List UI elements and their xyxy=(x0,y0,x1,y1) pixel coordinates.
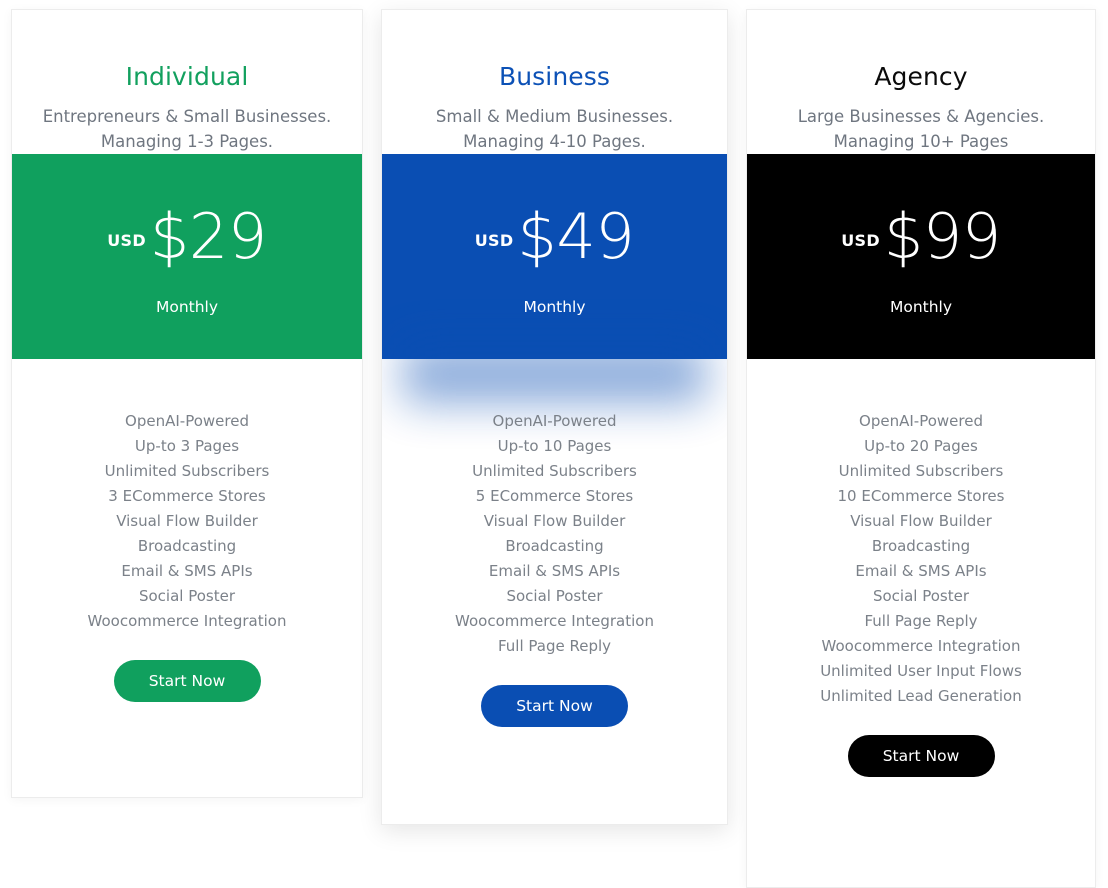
plan-tagline: Entrepreneurs & Small Businesses. Managi… xyxy=(42,107,332,152)
price-block-business: USD $49 Monthly xyxy=(382,154,727,360)
price-amount: $29 xyxy=(149,200,267,274)
feature-item: Up-to 3 Pages xyxy=(134,437,240,456)
cta-slot: Start Now xyxy=(747,735,1095,778)
feature-item: Email & SMS APIs xyxy=(121,562,253,581)
feature-item: Up-to 10 Pages xyxy=(497,437,612,456)
price-block-agency: USD $99 Monthly xyxy=(747,154,1095,360)
plan-tagline: Small & Medium Businesses. Managing 4-10… xyxy=(435,107,674,152)
cta-slot: Start Now xyxy=(382,685,727,728)
feature-item: Social Poster xyxy=(872,587,970,606)
feature-item: 3 ECommerce Stores xyxy=(108,487,266,506)
feature-item: Broadcasting xyxy=(871,537,971,556)
price-row: USD $99 xyxy=(841,206,1001,268)
pricing-card-individual[interactable]: Individual Entrepreneurs & Small Busines… xyxy=(11,9,363,798)
feature-item: 5 ECommerce Stores xyxy=(475,487,634,506)
card-header-business: Business Small & Medium Businesses. Mana… xyxy=(382,10,727,154)
feature-item: OpenAI-Powered xyxy=(125,412,249,431)
feature-item: OpenAI-Powered xyxy=(492,412,617,431)
card-header-agency: Agency Large Businesses & Agencies. Mana… xyxy=(747,10,1095,154)
billing-period: Monthly xyxy=(523,298,586,317)
feature-item: Unlimited User Input Flows xyxy=(820,662,1022,681)
feature-item: Email & SMS APIs xyxy=(855,562,987,581)
price-amount: $99 xyxy=(883,200,1001,274)
feature-item: 10 ECommerce Stores xyxy=(837,487,1005,506)
feature-item: Social Poster xyxy=(506,587,603,606)
price-row: USD $29 xyxy=(107,206,267,268)
feature-item: Unlimited Lead Generation xyxy=(820,687,1022,706)
currency-code: USD xyxy=(841,231,880,251)
feature-item: Woocommerce Integration xyxy=(87,612,287,631)
feature-list-individual: OpenAI-Powered Up-to 3 Pages Unlimited S… xyxy=(12,409,362,634)
pricing-card-agency[interactable]: Agency Large Businesses & Agencies. Mana… xyxy=(746,9,1096,888)
feature-item: Social Poster xyxy=(138,587,236,606)
feature-item: Visual Flow Builder xyxy=(483,512,626,531)
plan-name: Individual xyxy=(125,62,249,91)
feature-item: Up-to 20 Pages xyxy=(864,437,978,456)
currency-code: USD xyxy=(107,231,146,251)
feature-item: Broadcasting xyxy=(505,537,604,556)
start-now-button-business[interactable]: Start Now xyxy=(481,685,628,728)
feature-list-agency: OpenAI-Powered Up-to 20 Pages Unlimited … xyxy=(747,409,1095,709)
plan-name: Agency xyxy=(874,62,968,91)
feature-item: Unlimited Subscribers xyxy=(838,462,1004,481)
feature-item: Woocommerce Integration xyxy=(821,637,1021,656)
billing-period: Monthly xyxy=(889,298,953,317)
plan-name: Business xyxy=(498,62,611,91)
feature-item: Visual Flow Builder xyxy=(850,512,992,531)
pricing-card-business[interactable]: Business Small & Medium Businesses. Mana… xyxy=(381,9,728,825)
card-header-individual: Individual Entrepreneurs & Small Busines… xyxy=(12,10,362,154)
plan-tagline: Large Businesses & Agencies. Managing 10… xyxy=(797,107,1045,152)
currency-code: USD xyxy=(474,231,514,251)
feature-item: Full Page Reply xyxy=(864,612,978,631)
price-row: USD $49 xyxy=(475,206,635,268)
feature-item: Unlimited Subscribers xyxy=(104,462,270,481)
billing-period: Monthly xyxy=(155,298,219,317)
feature-item: Visual Flow Builder xyxy=(116,512,258,531)
cta-slot: Start Now xyxy=(12,660,362,703)
feature-item: Woocommerce Integration xyxy=(455,612,654,631)
price-amount: $49 xyxy=(517,200,635,274)
feature-item: OpenAI-Powered xyxy=(859,412,983,431)
start-now-button-agency[interactable]: Start Now xyxy=(847,735,995,778)
start-now-button-individual[interactable]: Start Now xyxy=(113,660,261,703)
pricing-table: Individual Entrepreneurs & Small Busines… xyxy=(0,0,1108,888)
feature-list-business: OpenAI-Powered Up-to 10 Pages Unlimited … xyxy=(382,409,727,659)
feature-item: Broadcasting xyxy=(137,537,237,556)
feature-item: Email & SMS APIs xyxy=(488,562,621,581)
feature-item: Unlimited Subscribers xyxy=(472,462,637,481)
price-block-individual: USD $29 Monthly xyxy=(12,154,362,360)
feature-item: Full Page Reply xyxy=(497,637,612,656)
